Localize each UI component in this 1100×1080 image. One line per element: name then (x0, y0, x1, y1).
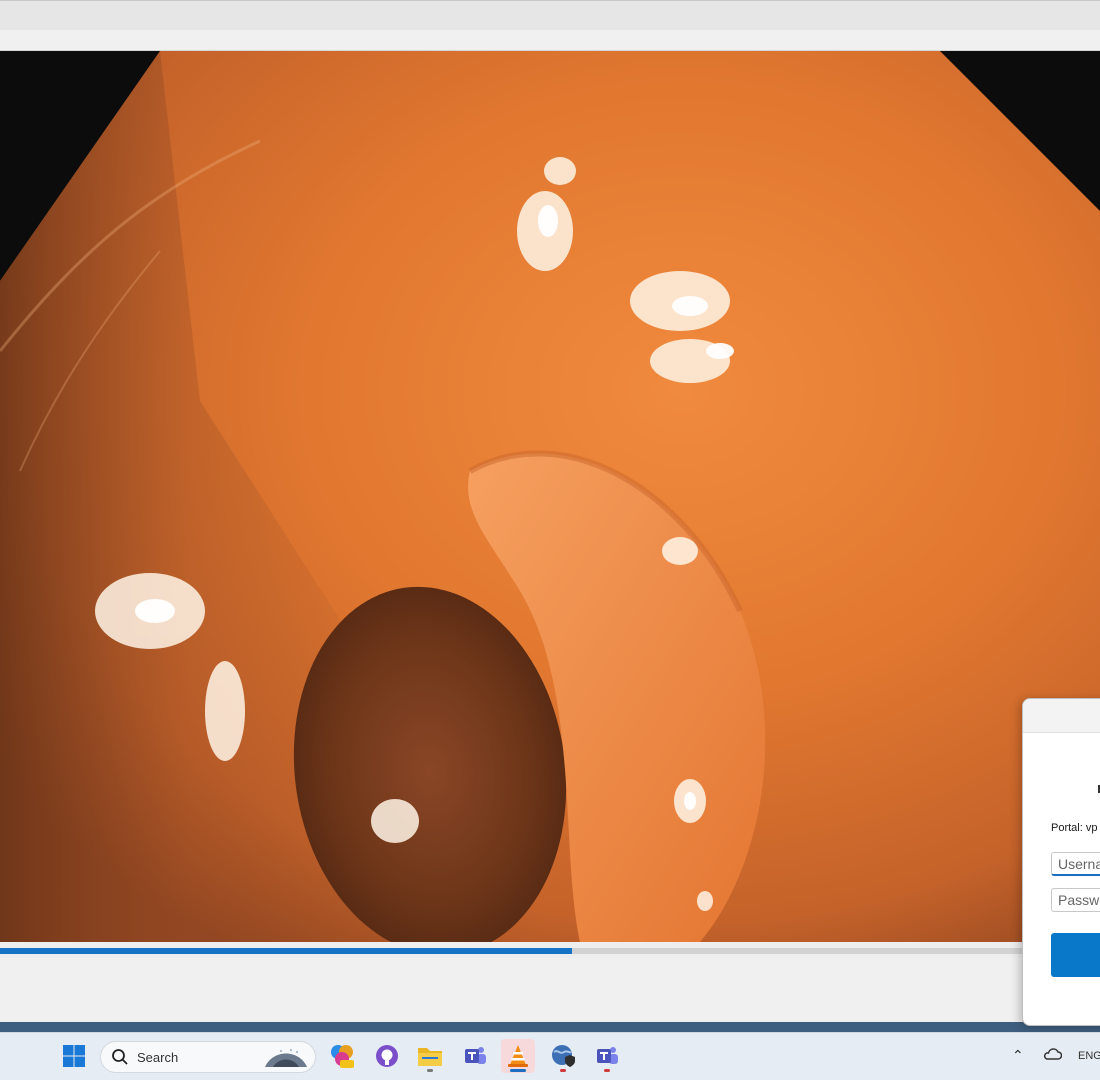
taskbar-teams[interactable] (590, 1039, 624, 1073)
username-input[interactable] (1051, 852, 1100, 876)
endoscopy-video-image (0, 51, 1100, 942)
portal-label: Portal: vp (1051, 822, 1098, 834)
player-controls-area (0, 958, 1100, 1022)
globe-shield-icon (552, 1045, 575, 1067)
taskbar-search-box[interactable]: Search (100, 1041, 316, 1073)
search-placeholder: Search (137, 1050, 179, 1065)
taskbar-file-explorer[interactable] (413, 1039, 447, 1073)
taskbar-teams-classic[interactable] (458, 1039, 492, 1073)
input-language-indicator[interactable]: ENG (1078, 1050, 1100, 1062)
seek-bar[interactable] (0, 942, 1100, 958)
start-button[interactable] (57, 1039, 91, 1073)
connect-button[interactable] (1051, 933, 1100, 977)
running-indicator (604, 1069, 610, 1072)
windows-icon (63, 1045, 85, 1067)
folder-icon (418, 1048, 442, 1066)
onedrive-cloud-icon[interactable] (1042, 1047, 1062, 1061)
password-input[interactable] (1051, 888, 1100, 912)
teams-icon (597, 1047, 618, 1064)
github-icon (376, 1045, 398, 1067)
dialog-title-bar[interactable] (1023, 699, 1100, 733)
taskbar-vlc[interactable] (501, 1039, 535, 1073)
copilot-icon (331, 1045, 354, 1068)
running-indicator (427, 1069, 433, 1072)
media-player-window (0, 0, 1100, 1022)
show-hidden-icons-chevron-icon[interactable]: ⌃ (1012, 1047, 1024, 1064)
player-title-bar[interactable] (0, 0, 1100, 30)
search-highlight-icon (265, 1049, 307, 1067)
vpn-login-dialog: Portal: vp (1022, 698, 1100, 1026)
search-icon (112, 1049, 128, 1065)
teams-icon (465, 1047, 486, 1064)
video-frame[interactable] (0, 51, 1100, 942)
vlc-cone-icon (508, 1045, 528, 1067)
taskbar-github[interactable] (370, 1039, 404, 1073)
active-indicator (510, 1069, 526, 1072)
taskbar-copilot[interactable] (325, 1039, 359, 1073)
seek-track[interactable] (0, 948, 1100, 954)
running-indicator (560, 1069, 566, 1072)
seek-progress-fill (0, 948, 572, 954)
taskbar: Search ⌃ ENG (0, 1032, 1100, 1080)
taskbar-vpn-client[interactable] (546, 1039, 580, 1073)
player-menu-bar[interactable] (0, 30, 1100, 51)
